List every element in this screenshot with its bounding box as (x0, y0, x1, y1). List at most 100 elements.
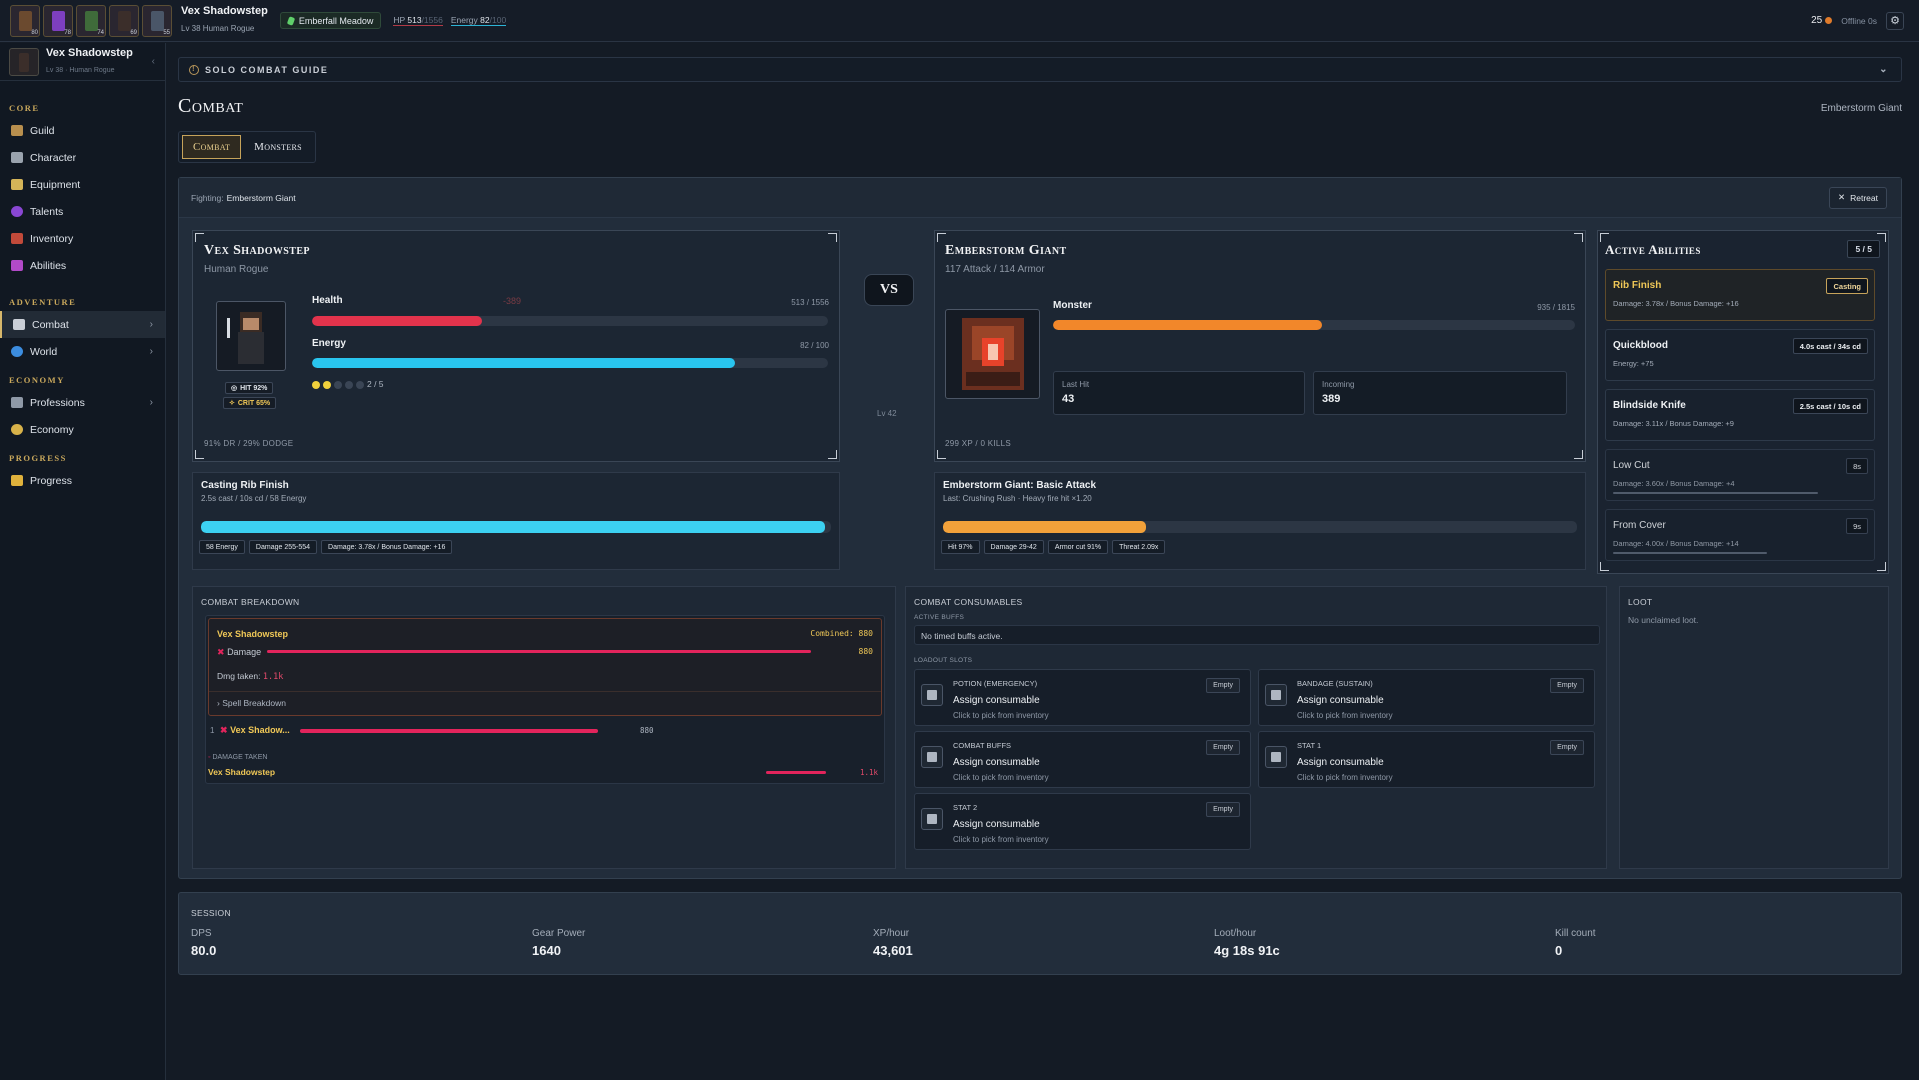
cooldown-bar (1613, 552, 1767, 554)
player-cast-chips: 58 Energy Damage 255-554 Damage: 3.78x / B… (199, 540, 453, 554)
info-icon: ! (189, 64, 199, 75)
player-defense: 91% DR / 29% DODGE (204, 439, 294, 448)
last-hit-value: 43 (1062, 393, 1075, 405)
monster-cast-chips: Hit 97% Damage 29-42 Armor cut 91% Threat 2… (941, 540, 1166, 554)
stat-icon (921, 808, 943, 830)
chevron-down-icon[interactable]: ⌄ (1879, 64, 1889, 75)
party-member[interactable]: 55 (142, 4, 172, 37)
sidebar-section-adventure: Adventure (9, 297, 77, 307)
player-cast-bar (201, 521, 831, 533)
health-value: 513 / 1556 (791, 298, 829, 307)
party-member[interactable]: 74 (76, 4, 106, 37)
sidebar-item-talents[interactable]: Talents (0, 198, 165, 225)
party-member[interactable]: 78 (43, 4, 73, 37)
combo-pip (345, 380, 353, 389)
session-dps: DPS 80.0 (191, 928, 217, 958)
session-title: SESSION (191, 908, 231, 918)
sidebar-item-combat[interactable]: Combat › (0, 311, 165, 338)
spell-breakdown-toggle[interactable]: › Spell Breakdown (217, 698, 286, 708)
abilities-count: 5 / 5 (1847, 240, 1880, 258)
character-name: Vex Shadowstep (181, 4, 268, 17)
collapse-icon[interactable]: ‹ (152, 56, 155, 67)
sidebar-item-professions[interactable]: Professions › (0, 389, 165, 416)
health-label: Health (312, 295, 343, 306)
hp-readout: HP 513/1556 (393, 15, 443, 26)
solo-combat-guide[interactable]: ! SOLO COMBAT GUIDE ⌄ (178, 57, 1902, 82)
active-abilities-panel: Active Abilities 5 / 5 Rib Finish Damage:… (1597, 230, 1889, 574)
sidebar-item-guild[interactable]: Guild (0, 117, 165, 144)
character-icon (11, 152, 23, 163)
versus-badge: VS (864, 274, 914, 306)
party-member[interactable]: 69 (109, 4, 139, 37)
star-icon: ✧ (229, 400, 235, 407)
monster-stats: 117 Attack / 114 Armor (945, 264, 1045, 275)
sidebar-item-equipment[interactable]: Equipment (0, 171, 165, 198)
offline-status: Offline 0s (1841, 15, 1877, 26)
swords-icon (13, 319, 25, 330)
ability-low-cut[interactable]: Low Cut Damage: 3.60x / Bonus Damage: +4 8… (1605, 449, 1875, 501)
ability-rib-finish[interactable]: Rib Finish Damage: 3.78x / Bonus Damage: … (1605, 269, 1875, 321)
combat-tabs: Combat Monsters (178, 131, 316, 163)
coin-icon (1825, 17, 1833, 24)
zone-badge[interactable]: Emberfall Meadow (279, 12, 382, 29)
target-icon: ◎ (231, 385, 238, 392)
sidebar-item-world[interactable]: World › (0, 338, 165, 365)
currency-counter: 25 (1811, 15, 1833, 26)
fight-header: Fighting: Emberstorm Giant ✕ Retreat (179, 178, 1901, 218)
globe-icon (11, 346, 23, 357)
combo-pip (334, 380, 342, 389)
consumables-title: COMBAT CONSUMABLES (914, 597, 1023, 607)
ability-quickblood[interactable]: Quickblood Energy: +75 4.0s cast / 34s cd (1605, 329, 1875, 381)
sidebar-item-progress[interactable]: Progress (0, 467, 165, 494)
slot-stat-2[interactable]: STAT 2 Assign consumable Click to pick fro… (914, 793, 1251, 850)
slot-stat-1[interactable]: STAT 1 Assign consumable Click to pick fro… (1258, 731, 1595, 788)
stat-icon (1265, 746, 1287, 768)
tab-monsters[interactable]: Monsters (244, 135, 312, 159)
sidebar-item-inventory[interactable]: Inventory (0, 225, 165, 252)
sidebar-section-progress: Progress (9, 453, 67, 463)
party-member[interactable]: 80 (10, 4, 40, 37)
player-name: Vex Shadowstep (204, 243, 310, 258)
chevron-right-icon: › (149, 397, 153, 408)
avatar (9, 47, 39, 76)
session-panel: SESSION DPS 80.0 Gear Power 1640 XP/hour 43… (178, 892, 1902, 975)
abilities-title: Active Abilities (1605, 242, 1701, 257)
sidebar-item-character[interactable]: Character (0, 144, 165, 171)
hit-chance-badge: ◎ HIT 92% (225, 382, 274, 394)
slot-potion[interactable]: POTION (EMERGENCY) Assign consumable Click… (914, 669, 1251, 726)
session-kill-count: Kill count 0 (1555, 928, 1596, 958)
sidebar-user[interactable]: Vex Shadowstep Lv 38 · Human Rogue ‹ (0, 43, 165, 81)
chevron-right-icon: › (149, 319, 153, 330)
incoming-box: Incoming 389 (1313, 371, 1567, 415)
sidebar-item-abilities[interactable]: Abilities (0, 252, 165, 279)
casting-badge: Casting (1826, 278, 1868, 294)
slot-combat-buffs[interactable]: COMBAT BUFFS Assign consumable Click to pi… (914, 731, 1251, 788)
gear-icon: ⚙ (1890, 15, 1900, 27)
ability-from-cover[interactable]: From Cover Damage: 4.00x / Bonus Damage: … (1605, 509, 1875, 561)
incoming-value: 389 (1322, 393, 1341, 405)
monster-cast-sub: Last: Crushing Rush · Heavy fire hit ×1.… (943, 494, 1092, 503)
slot-bandage[interactable]: BANDAGE (SUSTAIN) Assign consumable Click … (1258, 669, 1595, 726)
sidebar-item-economy[interactable]: Economy (0, 416, 165, 443)
loot-title: LOOT (1628, 597, 1653, 607)
player-health-bar (312, 316, 828, 326)
player-cast-title: Casting Rib Finish (201, 480, 289, 491)
trophy-icon (11, 475, 23, 486)
bandage-icon (1265, 684, 1287, 706)
combat-consumables-panel: COMBAT CONSUMABLES ACTIVE BUFFS No timed… (905, 586, 1607, 869)
ability-blindside-knife[interactable]: Blindside Knife Damage: 3.11x / Bonus Dam… (1605, 389, 1875, 441)
abilities-icon (11, 260, 23, 271)
player-class: Human Rogue (204, 264, 269, 275)
monster-bar-label: Monster (1053, 300, 1092, 311)
breakdown-title: COMBAT BREAKDOWN (201, 597, 300, 607)
monster-cast-title: Emberstorm Giant: Basic Attack (943, 480, 1097, 491)
character-subtitle: Lv 38 Human Rogue (181, 23, 255, 33)
retreat-button[interactable]: ✕ Retreat (1829, 186, 1887, 209)
player-breakdown-row[interactable]: Vex Shadowstep Combined: 880 ✖ Damage 88… (208, 618, 882, 716)
combat-arena: Fighting: Emberstorm Giant ✕ Retreat Vex S… (178, 177, 1902, 879)
tab-combat[interactable]: Combat (182, 135, 242, 159)
close-icon: ✕ (1838, 192, 1846, 202)
settings-button[interactable]: ⚙ (1886, 11, 1904, 30)
combo-points: 2 / 5 (312, 379, 384, 389)
party-portraits: 80 78 74 69 55 (10, 4, 172, 37)
